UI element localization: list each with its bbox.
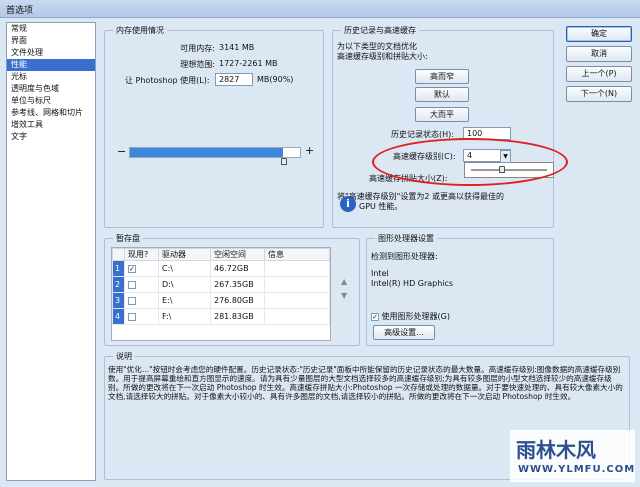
row-active-cell[interactable]	[124, 292, 159, 309]
available-memory-value: 3141 MB	[219, 43, 255, 52]
scratch-disks-table: 现用? 驱动器 空闲空间 信息 1 ✓ C:\ 46.72GB 2 D:\ 267.35GB…	[112, 248, 330, 325]
memory-use-unit: MB(90%)	[257, 75, 294, 84]
title-bar: 首选项	[0, 0, 640, 18]
use-gpu-label: 使用图形处理器(G)	[381, 312, 450, 321]
row-info	[264, 276, 330, 293]
row-info	[264, 260, 330, 277]
history-cache-group: 历史记录与高速缓存 为以下类型的文档优化 高速缓存级别和拼贴大小: 高而窄 默认…	[332, 25, 554, 228]
row-active-cell[interactable]: ✓	[124, 260, 159, 277]
row-number: 4	[112, 308, 125, 325]
info-icon: i	[340, 196, 356, 212]
optimize-hint-line2: 高速缓存级别和拼贴大小:	[337, 52, 428, 61]
description-title: 说明	[113, 351, 135, 362]
row-free-space: 46.72GB	[210, 260, 265, 277]
row-free-space: 276.80GB	[210, 292, 265, 309]
sidebar-item[interactable]: 光标	[7, 71, 95, 83]
memory-slider-thumb[interactable]	[280, 158, 287, 165]
scratch-disks-title: 暂存盘	[113, 233, 143, 244]
gpu-settings-group: 图形处理器设置 检测到图形处理器: Intel Intel(R) HD Grap…	[366, 233, 554, 346]
memory-slider-track[interactable]	[129, 147, 301, 158]
ideal-range-label: 理想范围:	[180, 60, 215, 69]
col-info: 信息	[264, 248, 330, 261]
row-active-checkbox[interactable]	[128, 296, 136, 305]
row-active-checkbox[interactable]: ✓	[128, 264, 136, 273]
row-drive: D:\	[158, 276, 211, 293]
row-info	[264, 292, 330, 309]
memory-usage-title: 内存使用情况	[113, 25, 167, 36]
gpu-note-line2: GPU 性能。	[359, 202, 403, 211]
slider-plus-icon: +	[305, 144, 315, 157]
history-cache-title: 历史记录与高速缓存	[341, 25, 419, 36]
move-up-icon[interactable]: ▲	[341, 277, 347, 286]
sidebar-item[interactable]: 单位与标尺	[7, 95, 95, 107]
big-flat-button[interactable]: 大而平	[415, 107, 469, 122]
description-text: 使用"优化..."按钮时会考虑您的硬件配置。历史记录状态:"历史记录"面板中所能…	[108, 365, 623, 401]
row-number: 3	[112, 292, 125, 309]
use-gpu-checkmark[interactable]: ✓	[371, 312, 379, 321]
memory-slider-fill	[130, 148, 283, 157]
scratch-disks-table-wrap: 现用? 驱动器 空闲空间 信息 1 ✓ C:\ 46.72GB 2 D:\ 267.35GB…	[111, 247, 331, 341]
row-active-cell[interactable]	[124, 276, 159, 293]
row-drive: C:\	[158, 260, 211, 277]
slider-minus-icon: −	[117, 145, 127, 158]
sidebar-item[interactable]: 常规	[7, 23, 95, 35]
row-number: 2	[112, 276, 125, 293]
cancel-button[interactable]: 取消	[566, 46, 632, 62]
row-info	[264, 308, 330, 325]
tall-thin-button[interactable]: 高而窄	[415, 69, 469, 84]
row-drive: F:\	[158, 308, 211, 325]
sidebar-item[interactable]: 文字	[7, 131, 95, 143]
row-number: 1	[112, 260, 125, 277]
available-memory-label: 可用内存:	[180, 44, 215, 53]
window-title: 首选项	[6, 6, 34, 16]
sidebar-item[interactable]: 性能	[7, 59, 95, 71]
sidebar-item[interactable]: 增效工具	[7, 119, 95, 131]
gpu-vendor: Intel	[371, 269, 389, 278]
gpu-settings-title: 图形处理器设置	[375, 233, 437, 244]
row-active-cell[interactable]	[124, 308, 159, 325]
col-active: 现用?	[124, 248, 159, 261]
table-row[interactable]: 3 E:\ 276.80GB	[112, 292, 330, 309]
photoshop-use-label: 让 Photoshop 使用(L):	[125, 76, 210, 85]
advanced-settings-button[interactable]: 高级设置...	[373, 325, 435, 340]
table-row[interactable]: 1 ✓ C:\ 46.72GB	[112, 260, 330, 277]
row-free-space: 281.83GB	[210, 308, 265, 325]
sidebar-item[interactable]: 参考线、网格和切片	[7, 107, 95, 119]
site-watermark: 雨林木风 WWW.YLMFU.COM	[510, 430, 635, 482]
next-button[interactable]: 下一个(N)	[566, 86, 632, 102]
row-free-space: 267.35GB	[210, 276, 265, 293]
row-active-checkbox[interactable]	[128, 312, 136, 321]
category-list[interactable]: 常规 界面 文件处理 性能 光标 透明度与色域 单位与标尺 参考线、网格和切片 增效工具 文字	[6, 22, 96, 481]
memory-use-input[interactable]: 2827	[215, 73, 253, 86]
highlight-ellipse	[372, 138, 568, 186]
detected-gpu-label: 检测到图形处理器:	[371, 252, 438, 261]
watermark-url: WWW.YLMFU.COM	[518, 464, 636, 475]
col-drive: 驱动器	[158, 248, 211, 261]
gpu-model: Intel(R) HD Graphics	[371, 279, 454, 288]
sidebar-item[interactable]: 文件处理	[7, 47, 95, 59]
table-row[interactable]: 4 F:\ 281.83GB	[112, 308, 330, 325]
ok-button[interactable]: 确定	[566, 26, 632, 42]
prev-button[interactable]: 上一个(P)	[566, 66, 632, 82]
use-gpu-checkbox[interactable]: ✓ 使用图形处理器(G)	[371, 311, 450, 322]
col-free: 空闲空间	[210, 248, 265, 261]
ideal-range-value: 1727-2261 MB	[219, 59, 278, 68]
col-num	[112, 248, 125, 261]
sidebar-item[interactable]: 界面	[7, 35, 95, 47]
watermark-brand: 雨林木风	[516, 438, 596, 462]
sidebar-item[interactable]: 透明度与色域	[7, 83, 95, 95]
memory-usage-group: 内存使用情况 可用内存: 3141 MB 理想范围: 1727-2261 MB …	[104, 25, 324, 228]
default-preset-button[interactable]: 默认	[415, 87, 469, 102]
table-row[interactable]: 2 D:\ 267.35GB	[112, 276, 330, 293]
row-drive: E:\	[158, 292, 211, 309]
row-active-checkbox[interactable]	[128, 280, 136, 289]
scratch-disks-group: 暂存盘 现用? 驱动器 空闲空间 信息 1 ✓ C:\ 46.72GB 2 D:\ 267.…	[104, 233, 360, 346]
move-down-icon[interactable]: ▼	[341, 291, 347, 300]
